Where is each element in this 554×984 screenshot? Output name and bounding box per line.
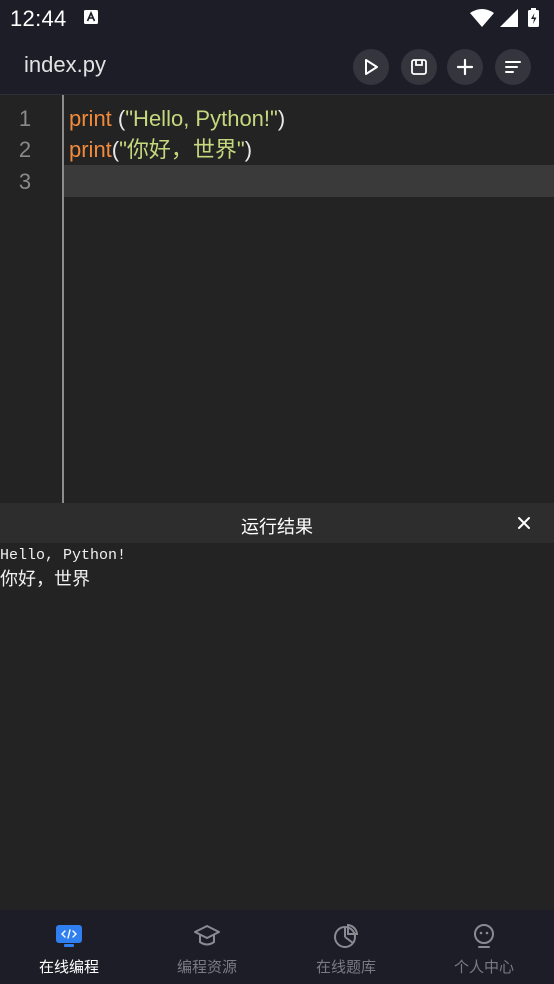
add-button[interactable] xyxy=(447,49,483,85)
output-line: Hello, Python! xyxy=(0,547,127,564)
active-line-highlight xyxy=(64,165,554,197)
nav-coding-resources[interactable]: 编程资源 xyxy=(138,910,276,984)
nav-label: 在线题库 xyxy=(315,959,376,976)
output-console: Hello, Python! 你好，世界 xyxy=(0,544,554,910)
run-button[interactable] xyxy=(353,49,389,85)
line-number-gutter: 1 2 3 xyxy=(0,95,64,503)
status-time: 12:44 xyxy=(10,6,67,31)
line-number: 1 xyxy=(18,106,32,131)
save-icon xyxy=(411,59,427,75)
nav-label: 在线编程 xyxy=(38,959,99,976)
string-literal: "Hello, Python!" xyxy=(125,106,278,131)
editor-toolbar: index.py xyxy=(0,36,554,95)
status-bar: 12:44 xyxy=(0,0,554,36)
nav-question-bank[interactable]: 在线题库 xyxy=(277,910,415,984)
punctuation: ) xyxy=(244,137,253,162)
line-number: 2 xyxy=(18,137,32,162)
code-editor[interactable]: 1 2 3 print ("Hello, Python!") print("你好… xyxy=(0,95,554,503)
battery-icon xyxy=(528,8,539,27)
result-panel-header: 运行结果 xyxy=(0,503,554,543)
person-icon xyxy=(474,924,494,948)
signal-icon xyxy=(500,9,518,27)
nav-personal-center[interactable]: 个人中心 xyxy=(415,910,553,984)
save-button[interactable] xyxy=(401,49,437,85)
code-line-2[interactable]: print("你好，世界") xyxy=(69,134,252,165)
menu-icon xyxy=(505,61,521,73)
nav-online-coding[interactable]: 在线编程 xyxy=(0,910,138,984)
monitor-code-icon xyxy=(56,925,82,947)
pie-chart-icon xyxy=(334,923,359,948)
status-icons xyxy=(470,8,539,27)
wifi-icon xyxy=(470,9,494,27)
punctuation: ( xyxy=(111,106,126,131)
keyword-print: print xyxy=(69,106,112,131)
result-title: 运行结果 xyxy=(241,517,313,537)
string-literal: "你好，世界" xyxy=(119,137,245,162)
bottom-navigation: 在线编程 编程资源 在线题库 个人中心 xyxy=(0,910,554,984)
run-icon xyxy=(365,59,378,75)
a-box-icon xyxy=(84,10,98,24)
nav-label: 个人中心 xyxy=(453,959,514,976)
add-icon xyxy=(456,58,474,76)
line-number: 3 xyxy=(18,169,32,194)
menu-button[interactable] xyxy=(495,49,531,85)
punctuation: ) xyxy=(277,106,286,131)
graduation-cap-icon xyxy=(194,925,220,946)
nav-label: 编程资源 xyxy=(176,959,237,976)
code-line-1[interactable]: print ("Hello, Python!") xyxy=(69,103,285,134)
file-name: index.py xyxy=(24,52,106,77)
close-icon[interactable] xyxy=(516,515,532,531)
output-line: 你好，世界 xyxy=(0,571,90,591)
keyword-print: print xyxy=(69,137,112,162)
